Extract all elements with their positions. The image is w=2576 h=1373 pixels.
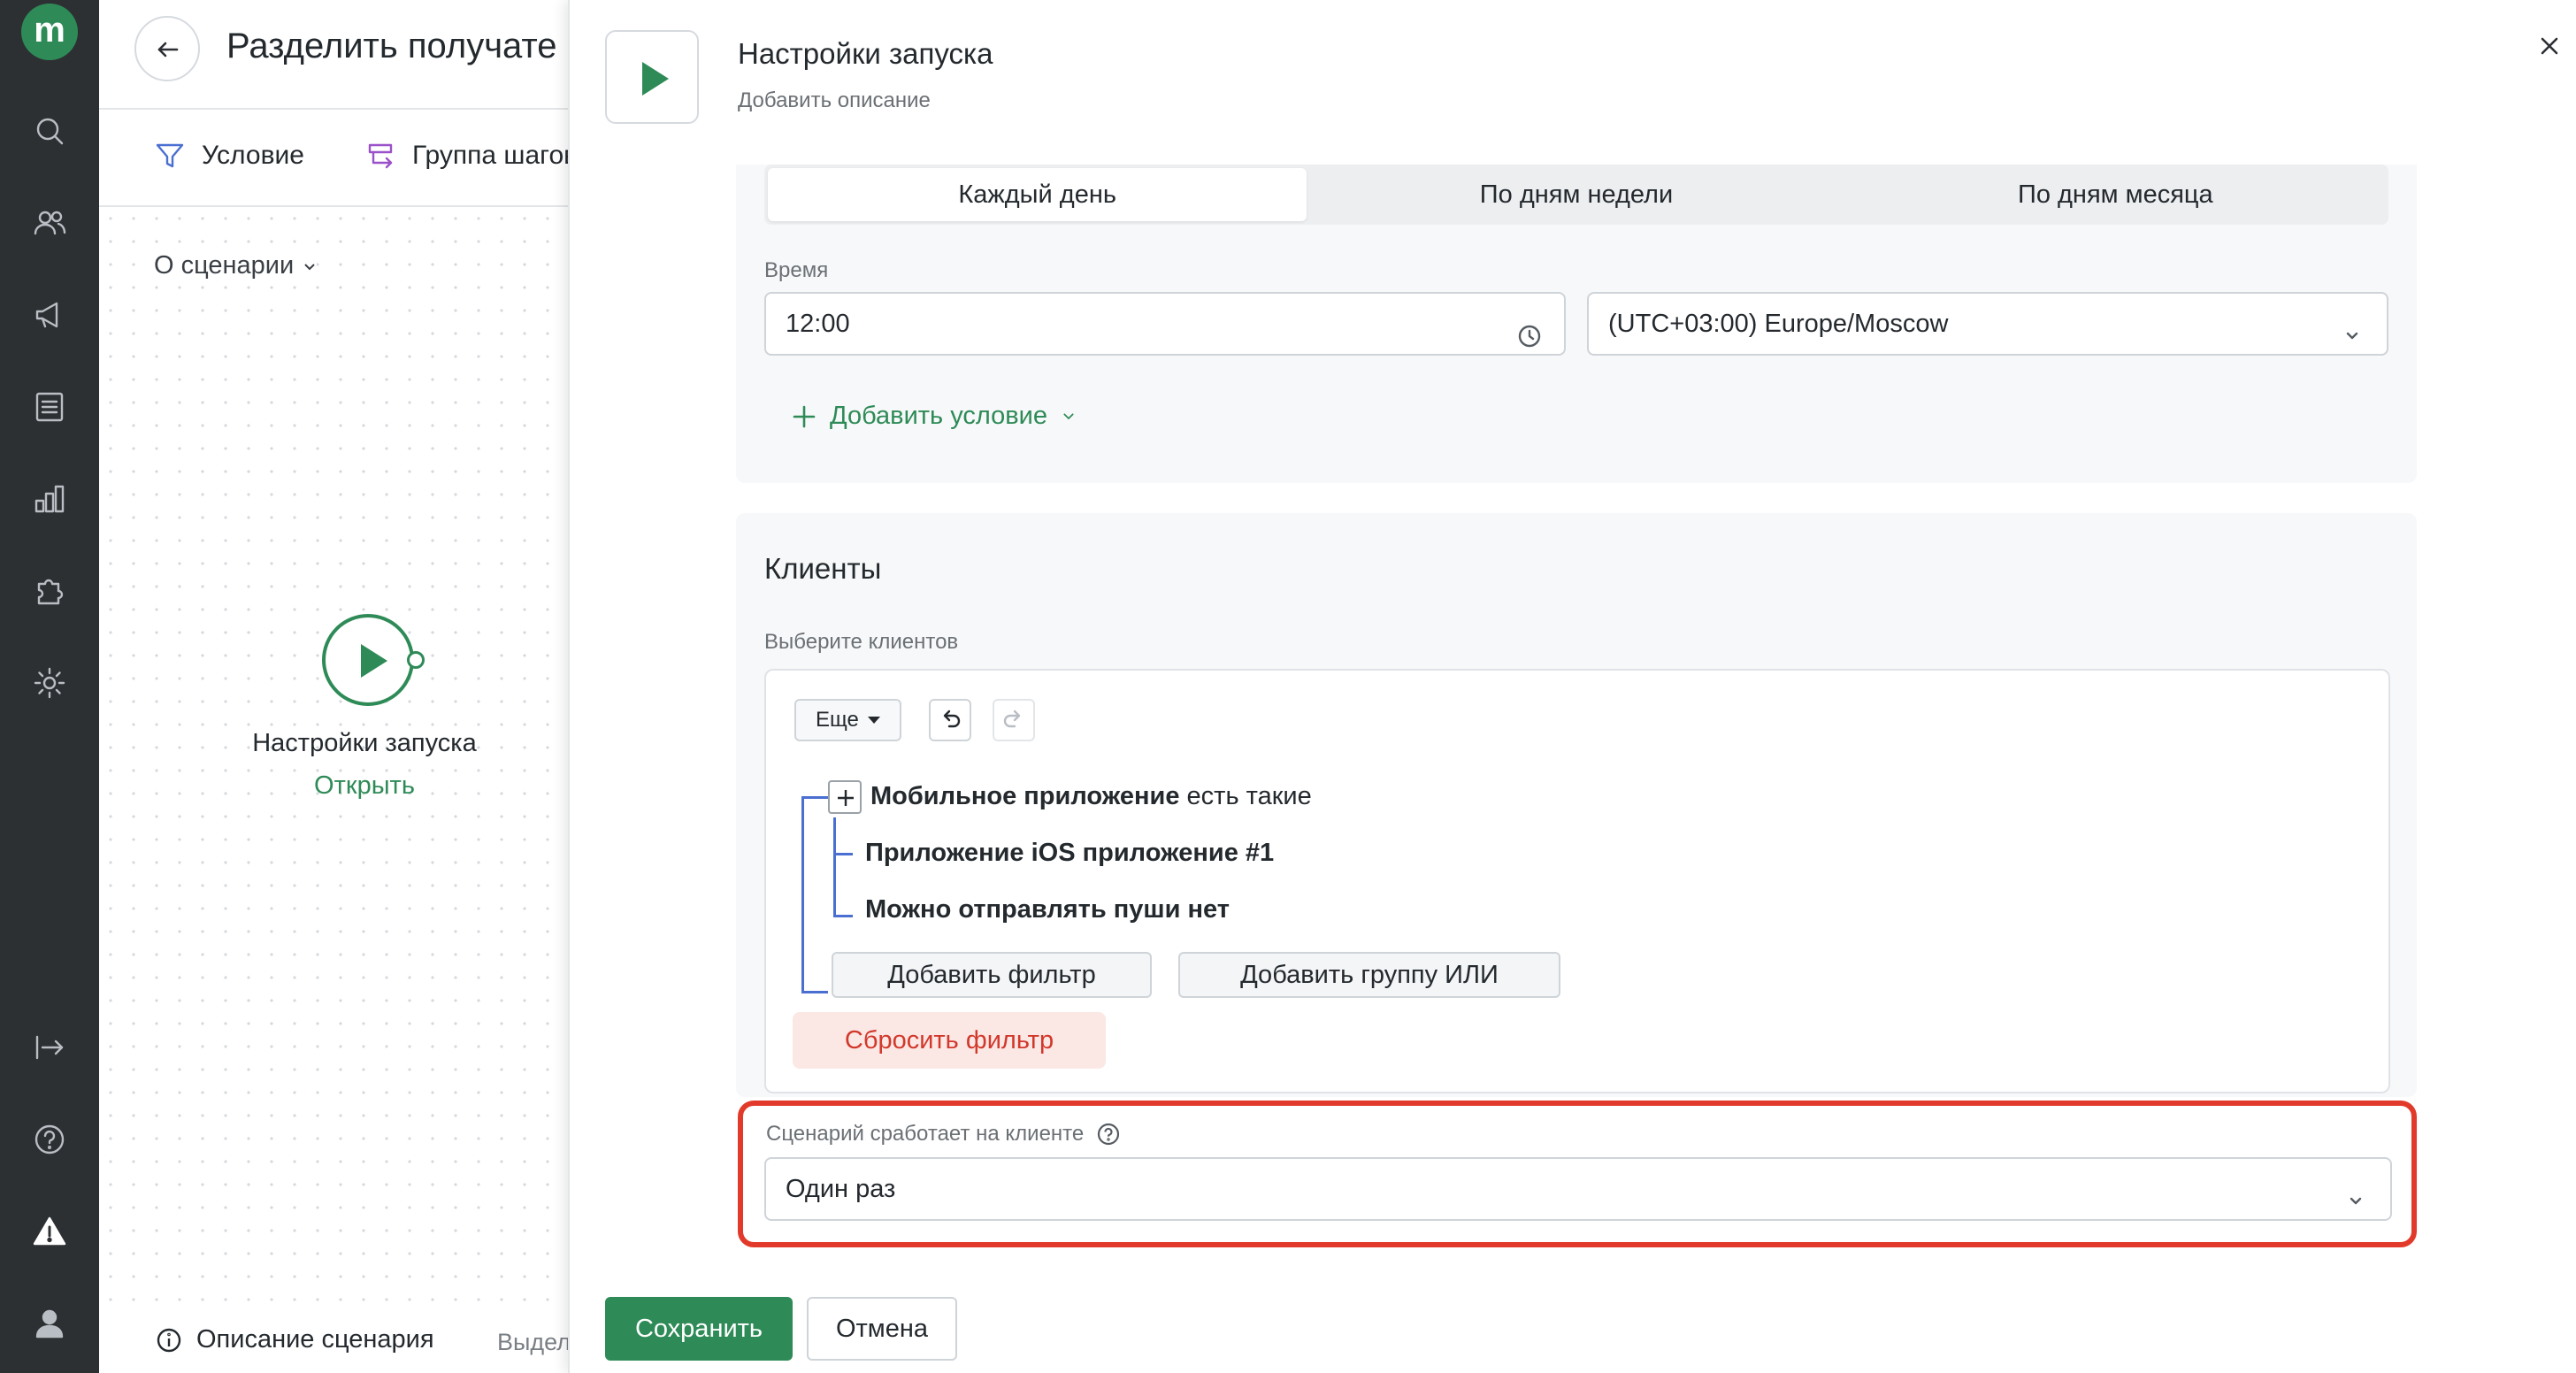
warning-icon[interactable] xyxy=(32,1214,67,1249)
redo-button[interactable] xyxy=(993,699,1035,741)
sidebar-rail: m xyxy=(0,0,99,1373)
condition-rest: есть такие xyxy=(1179,782,1312,810)
highlight-frame xyxy=(738,1101,2417,1247)
tab-weekdays[interactable]: По дням недели xyxy=(1307,168,1845,221)
scenario-editor: Разделить получате Условие Группа шагов … xyxy=(99,0,578,1373)
more-label: Еще xyxy=(816,708,859,732)
list-icon[interactable] xyxy=(32,389,67,425)
node-open-link[interactable]: Открыть xyxy=(205,771,524,801)
tree-connector xyxy=(833,853,853,855)
timezone-select[interactable]: (UTC+03:00) Europe/Moscow xyxy=(1587,292,2388,356)
back-button[interactable] xyxy=(134,16,200,81)
chevron-down-icon xyxy=(304,263,315,270)
editor-toolbar: Условие Группа шагов xyxy=(99,110,578,207)
add-condition-button[interactable]: Добавить условие xyxy=(791,402,1077,431)
tree-connector xyxy=(833,817,836,917)
step-group-tool[interactable]: Группа шагов xyxy=(364,140,578,172)
condition-bold: Можно отправлять пуши нет xyxy=(865,895,1230,924)
users-icon[interactable] xyxy=(32,205,67,241)
launch-settings-node[interactable] xyxy=(322,614,414,706)
plus-icon xyxy=(838,790,854,806)
add-condition-label: Добавить условие xyxy=(830,402,1048,430)
panel-play-badge xyxy=(605,30,699,124)
editor-footer: Описание сценария Выдел xyxy=(99,1313,571,1373)
chart-icon[interactable] xyxy=(32,481,67,517)
play-icon xyxy=(361,644,387,678)
node-title: Настройки запуска xyxy=(252,729,477,757)
condition-bold: Мобильное приложение xyxy=(870,782,1180,810)
scenario-canvas[interactable]: О сценарии Настройки запуска Открыть xyxy=(99,207,568,1313)
time-label: Время xyxy=(764,258,828,283)
tab-month-days[interactable]: По дням месяца xyxy=(1846,168,2385,221)
condition-bold: Приложение iOS приложение #1 xyxy=(865,839,1275,867)
schedule-card: Каждый день По дням недели По дням месяц… xyxy=(736,165,2417,483)
condition-tool-label: Условие xyxy=(202,141,304,170)
editor-header: Разделить получате xyxy=(99,0,568,110)
close-button[interactable] xyxy=(2534,30,2565,62)
cancel-button[interactable]: Отмена xyxy=(807,1297,957,1361)
add-or-group-button[interactable]: Добавить группу ИЛИ xyxy=(1178,952,1560,998)
tab-every-day[interactable]: Каждый день xyxy=(768,168,1307,221)
select-clients-label: Выберите клиентов xyxy=(764,630,958,655)
more-button[interactable]: Еще xyxy=(794,699,901,741)
undo-icon xyxy=(943,710,961,728)
clients-title: Клиенты xyxy=(764,552,882,585)
redo-icon xyxy=(1003,710,1021,728)
tree-connector xyxy=(801,796,804,993)
time-label-text: Время xyxy=(764,258,829,282)
filter-builder: Еще Мобильное приложение есть такие Прил… xyxy=(764,669,2390,1093)
about-scenario-label: О сценарии xyxy=(154,251,295,280)
condition-push-allowed[interactable]: Можно отправлять пуши нет xyxy=(865,895,1230,924)
condition-mobile-app[interactable]: Мобильное приложение есть такие xyxy=(870,782,1312,811)
scenario-description-label: Описание сценария xyxy=(196,1325,434,1354)
caret-down-icon xyxy=(867,717,880,724)
schedule-tabs: Каждый день По дням недели По дням месяц… xyxy=(764,165,2388,225)
condition-tool[interactable]: Условие xyxy=(154,140,304,172)
undo-button[interactable] xyxy=(929,699,971,741)
chevron-down-icon xyxy=(1063,412,1074,419)
timezone-value: (UTC+03:00) Europe/Moscow xyxy=(1608,310,1949,338)
chevron-down-icon xyxy=(2339,311,2365,340)
about-scenario-dropdown[interactable]: О сценарии xyxy=(154,251,318,280)
arrow-left-icon xyxy=(157,42,179,58)
tree-connector xyxy=(801,796,828,799)
close-icon xyxy=(2541,37,2558,55)
highlight-label[interactable]: Выдел xyxy=(497,1329,571,1356)
launch-settings-panel: Настройки запуска Добавить описание Кажд… xyxy=(568,0,2576,1373)
condition-ios-app[interactable]: Приложение iOS приложение #1 xyxy=(865,839,1274,868)
user-icon[interactable] xyxy=(32,1306,67,1341)
clock-icon[interactable] xyxy=(1516,311,1543,348)
play-icon xyxy=(642,62,669,96)
puzzle-icon[interactable] xyxy=(32,573,67,609)
gear-icon[interactable] xyxy=(32,665,67,701)
add-filter-button[interactable]: Добавить фильтр xyxy=(832,952,1152,998)
step-group-tool-label: Группа шагов xyxy=(412,141,579,170)
tree-connector xyxy=(801,991,828,993)
search-icon[interactable] xyxy=(32,113,67,149)
save-button[interactable]: Сохранить xyxy=(605,1297,793,1361)
scenario-description-link[interactable]: Описание сценария xyxy=(156,1325,434,1354)
reset-filter-button[interactable]: Сбросить фильтр xyxy=(793,1012,1106,1069)
step-group-icon xyxy=(368,143,393,169)
clients-card: Клиенты Выберите клиентов Еще Мобильное … xyxy=(736,513,2417,1097)
panel-title: Настройки запуска xyxy=(738,37,993,70)
scenario-title: Разделить получате xyxy=(226,27,557,65)
help-icon[interactable] xyxy=(32,1122,67,1157)
exit-icon[interactable] xyxy=(32,1030,67,1065)
tree-connector xyxy=(833,915,853,917)
megaphone-icon[interactable] xyxy=(32,297,67,333)
time-value: 12:00 xyxy=(786,310,850,338)
add-description-link[interactable]: Добавить описание xyxy=(738,88,931,113)
node-output-port[interactable] xyxy=(407,651,425,669)
info-icon xyxy=(157,1328,181,1352)
filter-icon xyxy=(156,143,184,168)
plus-icon xyxy=(793,405,816,427)
select-clients-label-text: Выберите клиентов xyxy=(764,630,959,654)
time-input[interactable]: 12:00 xyxy=(764,292,1566,356)
expand-group-button[interactable] xyxy=(828,780,862,814)
app-logo[interactable]: m xyxy=(21,4,78,60)
